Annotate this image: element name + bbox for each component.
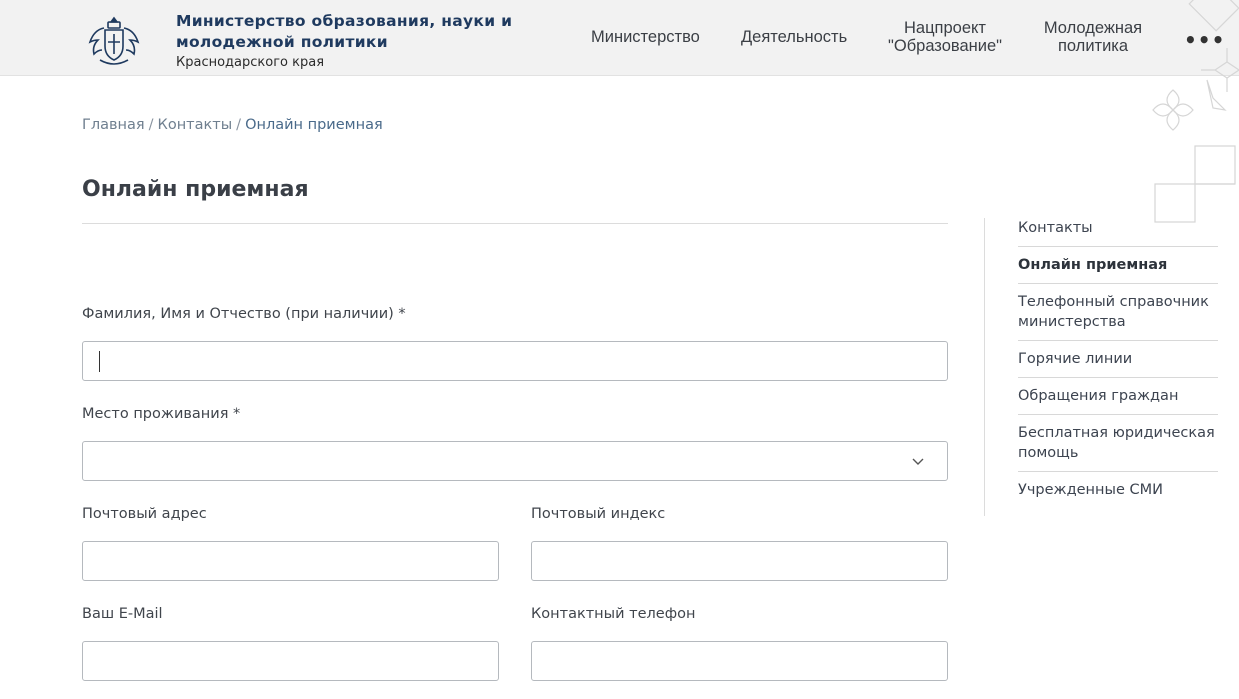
nav-youth-policy-line2: политика bbox=[1057, 37, 1129, 55]
organization-title[interactable]: Министерство образования, науки и молоде… bbox=[176, 11, 536, 70]
org-region: Краснодарского края bbox=[176, 55, 325, 70]
decorative-ornament bbox=[1152, 0, 1239, 223]
postal-address-input[interactable] bbox=[82, 541, 499, 581]
text-caret bbox=[99, 351, 100, 372]
breadcrumb-contacts[interactable]: Контакты bbox=[158, 117, 233, 133]
org-name-line1: Министерство образования, науки и bbox=[176, 12, 513, 30]
nav-activity-label: Деятельность bbox=[741, 28, 848, 46]
nav-ministry-label: Министерство bbox=[591, 28, 700, 46]
sidebar-item-phone-directory[interactable]: Телефонный справочник министерства bbox=[1018, 284, 1218, 341]
breadcrumb-home[interactable]: Главная bbox=[82, 117, 145, 133]
nav-ministry[interactable]: Министерство bbox=[591, 28, 700, 46]
breadcrumb: Главная / Контакты / Онлайн приемная bbox=[82, 117, 383, 133]
breadcrumb-separator: / bbox=[236, 117, 242, 133]
residence-label: Место проживания * bbox=[82, 406, 241, 422]
breadcrumb-current: Онлайн приемная bbox=[245, 117, 383, 133]
postal-address-label: Почтовый адрес bbox=[82, 506, 207, 522]
phone-input[interactable] bbox=[531, 641, 948, 681]
sidebar-item-online-reception[interactable]: Онлайн приемная bbox=[1018, 247, 1218, 284]
sidebar-nav: Контакты Онлайн приемная Телефонный спра… bbox=[1018, 210, 1218, 508]
sidebar-item-contacts[interactable]: Контакты bbox=[1018, 210, 1218, 247]
nav-youth-policy-line1: Молодежная bbox=[1043, 19, 1143, 37]
postal-index-label: Почтовый индекс bbox=[531, 506, 666, 522]
nav-youth-policy[interactable]: Молодежная политика bbox=[1040, 19, 1146, 55]
chevron-down-icon bbox=[912, 458, 924, 465]
fio-label: Фамилия, Имя и Отчество (при наличии) * bbox=[82, 306, 406, 322]
org-name-line2: молодежной политики bbox=[176, 33, 388, 51]
sidebar-item-media[interactable]: Учрежденные СМИ bbox=[1018, 472, 1218, 508]
sidebar-divider bbox=[984, 218, 985, 516]
fio-input[interactable] bbox=[82, 341, 948, 381]
nav-national-project-line1: Нацпроект bbox=[904, 19, 986, 37]
sidebar-item-legal-aid[interactable]: Бесплатная юридическая помощь bbox=[1018, 415, 1218, 472]
title-divider bbox=[82, 223, 948, 224]
phone-label: Контактный телефон bbox=[531, 606, 696, 622]
email-label: Ваш E-Mail bbox=[82, 606, 163, 622]
page-title: Онлайн приемная bbox=[82, 177, 309, 202]
residence-select[interactable] bbox=[82, 441, 948, 481]
nav-national-project-line2: "Образование" bbox=[888, 37, 1002, 55]
postal-index-input[interactable] bbox=[531, 541, 948, 581]
nav-national-project[interactable]: Нацпроект "Образование" bbox=[888, 19, 1002, 55]
coat-of-arms-logo[interactable] bbox=[86, 16, 142, 68]
breadcrumb-separator: / bbox=[148, 117, 154, 133]
sidebar-item-citizen-appeals[interactable]: Обращения граждан bbox=[1018, 378, 1218, 415]
email-input[interactable] bbox=[82, 641, 499, 681]
nav-activity[interactable]: Деятельность bbox=[741, 28, 847, 46]
site-header: Министерство образования, науки и молоде… bbox=[0, 0, 1239, 76]
sidebar-item-hotlines[interactable]: Горячие линии bbox=[1018, 341, 1218, 378]
